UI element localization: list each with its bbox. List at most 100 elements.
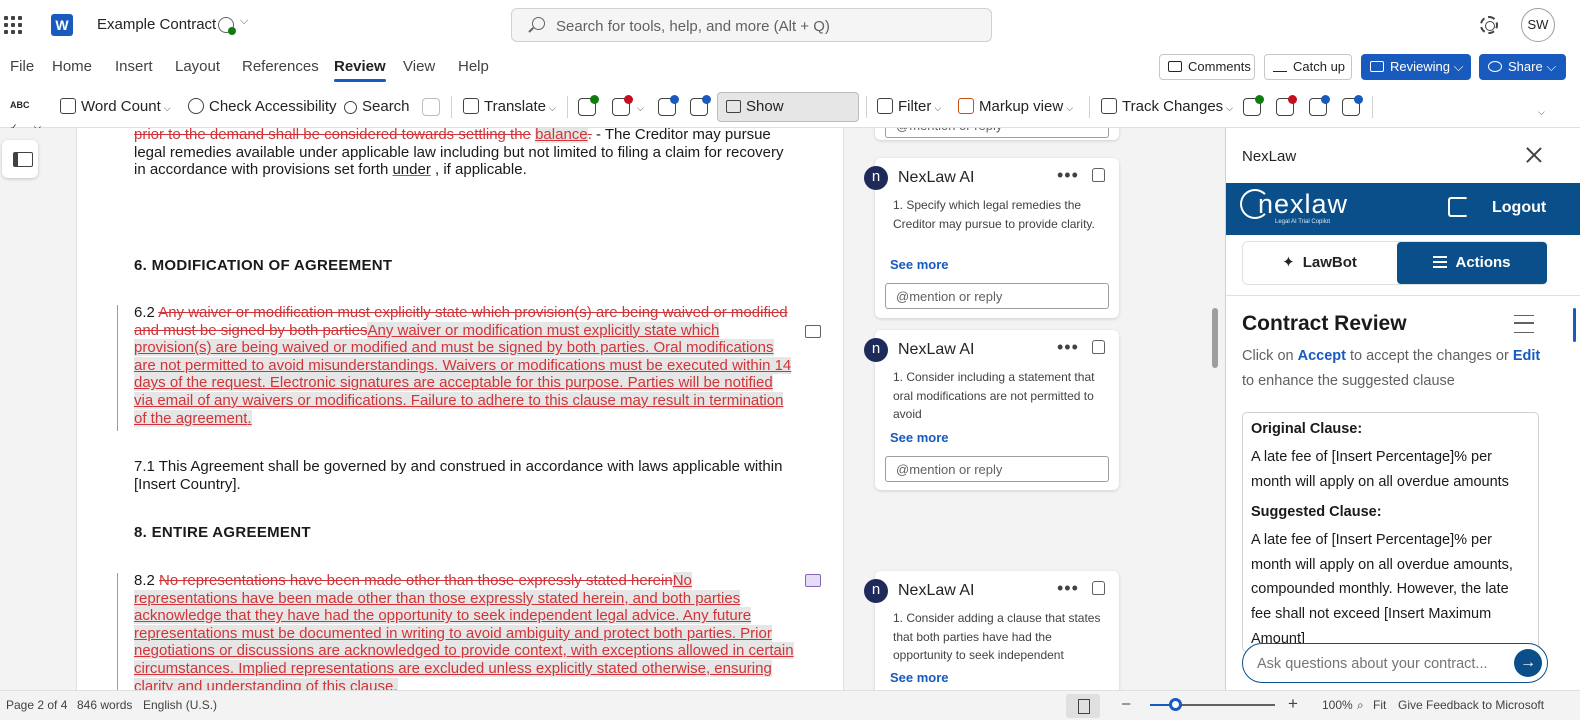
previous-change-icon[interactable] — [1309, 95, 1330, 116]
markup-view-button[interactable]: Markup view ⌵ — [958, 96, 1073, 118]
check-accessibility-label: Check Accessibility — [209, 98, 337, 115]
search-box[interactable] — [511, 8, 992, 42]
thumbs-up-icon[interactable] — [1092, 168, 1105, 182]
accept-change-icon[interactable] — [1243, 95, 1264, 116]
close-icon[interactable] — [1525, 146, 1543, 164]
section-8-2[interactable]: 8.2 No representations have been made ot… — [134, 572, 794, 690]
page-view-icon[interactable] — [1066, 694, 1100, 718]
word-count[interactable]: 846 words — [77, 698, 132, 712]
previous-comment-icon[interactable] — [658, 95, 679, 116]
reviewing-label: Reviewing — [1390, 59, 1450, 74]
zoom-in-button[interactable]: + — [1288, 694, 1298, 714]
description-text: to enhance the suggested clause — [1242, 373, 1455, 389]
panel-scrollbar[interactable] — [1573, 308, 1576, 342]
comments-pane: n NexLaw AI ••• 1. Specify which legal r… — [845, 128, 1225, 690]
paragraph-remedies[interactable]: prior to the demand shall be considered … — [134, 128, 794, 179]
document-title[interactable]: Example Contract — [97, 16, 216, 33]
cloud-saved-icon[interactable] — [218, 17, 236, 35]
delete-comment-dropdown[interactable]: ⌵ — [634, 96, 644, 118]
thumbs-up-icon[interactable] — [1092, 340, 1105, 354]
fit-icon[interactable]: ⌕ — [1357, 698, 1364, 713]
tab-actions[interactable]: Actions — [1397, 242, 1547, 284]
ribbon-expand-icon[interactable]: ⌵ — [1535, 100, 1545, 122]
margin-comment-icon[interactable] — [805, 325, 821, 338]
margin-comment-icon-active[interactable] — [805, 574, 821, 587]
tab-lawbot[interactable]: ✦ LawBot — [1243, 242, 1396, 284]
search-input[interactable] — [556, 15, 976, 37]
menu-home[interactable]: Home — [52, 58, 92, 75]
thumbs-up-icon[interactable] — [1092, 581, 1105, 595]
comment-author: NexLaw AI — [898, 341, 975, 358]
comment-card[interactable]: n NexLaw AI ••• 1. Consider including a … — [864, 330, 1119, 490]
next-change-icon[interactable] — [1342, 95, 1363, 116]
comment-card[interactable]: n NexLaw AI ••• 1. Consider adding a cla… — [864, 571, 1119, 690]
track-changes-button[interactable]: Track Changes ⌵ — [1101, 96, 1233, 118]
comment-card[interactable]: n NexLaw AI ••• 1. Specify which legal r… — [864, 158, 1119, 318]
nexlaw-banner: nexlaw Legal AI Trial Copilot Logout — [1226, 183, 1580, 235]
reject-change-icon[interactable] — [1276, 95, 1297, 116]
page-indicator[interactable]: Page 2 of 4 — [6, 698, 67, 712]
spelling-icon[interactable]: ABC ✓ ⌵ — [10, 94, 41, 132]
show-comments-button[interactable]: Show Comments — [717, 92, 859, 143]
delete-comment-icon[interactable] — [612, 95, 633, 116]
avatar[interactable]: SW — [1521, 8, 1555, 42]
menu-help[interactable]: Help — [458, 58, 489, 75]
catch-up-button[interactable]: Catch up — [1264, 54, 1352, 80]
check-accessibility-button[interactable]: Check Accessibility — [188, 96, 337, 118]
next-comment-icon[interactable] — [690, 95, 711, 116]
zoom-level[interactable]: 100% — [1322, 698, 1353, 712]
menu-insert[interactable]: Insert — [115, 58, 153, 75]
navigation-pane-icon[interactable] — [2, 140, 38, 178]
ask-input[interactable] — [1257, 654, 1507, 674]
language-indicator[interactable]: English (U.S.) — [143, 698, 217, 712]
document-scrollbar[interactable] — [1212, 308, 1218, 368]
app-launcher-icon[interactable] — [4, 16, 22, 34]
chevron-down-icon[interactable]: ⌵ — [240, 15, 248, 28]
translate-button[interactable]: Translate ⌵ — [463, 96, 556, 118]
nexlaw-tabs: ✦ LawBot Actions — [1242, 241, 1547, 285]
comment-reply-input[interactable] — [885, 283, 1109, 309]
comment-reply-input[interactable] — [885, 456, 1109, 482]
share-icon — [1488, 61, 1502, 72]
menu-layout[interactable]: Layout — [175, 58, 220, 75]
word-count-button[interactable]: Word Count ⌵ — [60, 96, 171, 118]
settings-sliders-icon[interactable] — [1514, 315, 1534, 333]
comment-reply-input[interactable] — [885, 128, 1109, 138]
share-button[interactable]: Share ⌵ — [1479, 54, 1566, 80]
new-comment-icon[interactable] — [578, 95, 599, 116]
feedback-link[interactable]: Give Feedback to Microsoft — [1398, 698, 1544, 712]
logout-button[interactable]: Logout — [1448, 197, 1546, 217]
comment-text: 1. Consider including a statement that o… — [893, 370, 1095, 421]
deleted-text: prior to the demand shall be considered … — [134, 128, 531, 143]
send-arrow-icon[interactable]: → — [1514, 649, 1542, 677]
reviewing-button[interactable]: Reviewing ⌵ — [1361, 54, 1471, 80]
section-7-1[interactable]: 7.1 This Agreement shall be governed by … — [134, 458, 794, 493]
menu-review[interactable]: Review — [334, 58, 386, 82]
document-page[interactable]: prior to the demand shall be considered … — [76, 128, 844, 690]
more-options-icon[interactable]: ••• — [1057, 165, 1079, 186]
ask-box[interactable]: → — [1242, 643, 1548, 683]
menu-view[interactable]: View — [403, 58, 435, 75]
status-bar: Page 2 of 4 846 words English (U.S.) – +… — [0, 690, 1580, 720]
heading-entire-agreement: 8. ENTIRE AGREEMENT — [134, 524, 311, 541]
menu-references[interactable]: References — [242, 58, 319, 75]
see-more-link[interactable]: See more — [890, 257, 949, 272]
fit-button[interactable]: Fit — [1373, 698, 1386, 712]
gear-icon[interactable] — [1480, 16, 1498, 34]
document-compare-icon[interactable] — [422, 98, 440, 116]
search-button[interactable]: Search — [344, 96, 410, 118]
filter-button[interactable]: Filter ⌵ — [877, 96, 941, 118]
zoom-slider-thumb[interactable] — [1169, 698, 1182, 711]
nexlaw-panel: NexLaw nexlaw Legal AI Trial Copilot Log… — [1225, 128, 1580, 690]
title-bar: W Example Contract ⌵ SW — [0, 0, 1580, 50]
sparkle-icon: ✦ — [1282, 254, 1295, 271]
section-6-2[interactable]: 6.2 Any waiver or modification must expl… — [134, 304, 794, 427]
more-options-icon[interactable]: ••• — [1057, 337, 1079, 358]
more-options-icon[interactable]: ••• — [1057, 578, 1079, 599]
avatar: n — [864, 579, 888, 603]
comments-button[interactable]: Comments — [1159, 54, 1255, 80]
see-more-link[interactable]: See more — [890, 670, 949, 685]
menu-file[interactable]: File — [10, 58, 34, 75]
see-more-link[interactable]: See more — [890, 430, 949, 445]
zoom-out-button[interactable]: – — [1122, 695, 1130, 712]
